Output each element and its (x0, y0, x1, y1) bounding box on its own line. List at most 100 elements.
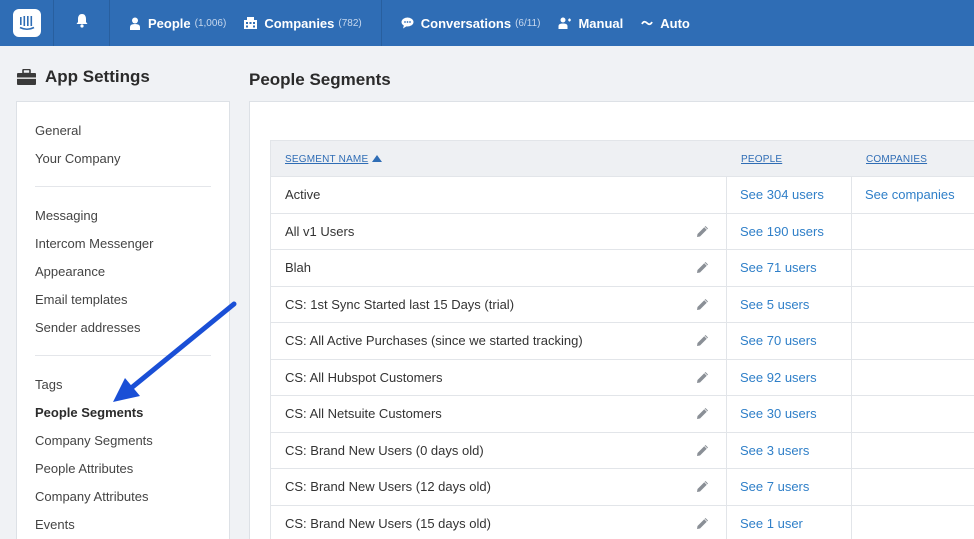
segment-name[interactable]: CS: All Active Purchases (since we start… (285, 333, 583, 348)
segments-table: SEGMENT NAME PEOPLE COMPANIES Active See … (270, 140, 974, 539)
pencil-icon[interactable] (696, 371, 709, 387)
see-users-link[interactable]: See 1 user (740, 516, 803, 531)
people-cell: See 190 users (727, 213, 852, 249)
people-cell: See 7 users (727, 469, 852, 505)
table-row: CS: Brand New Users (15 days old) See 1 u… (270, 505, 974, 539)
building-icon (244, 17, 258, 29)
segment-name[interactable]: CS: 1st Sync Started last 15 Days (trial… (285, 297, 514, 312)
sidebar-item-events[interactable]: Events (35, 517, 75, 532)
table-row: Active See 304 users See companies (270, 177, 974, 214)
see-users-link[interactable]: See 71 users (740, 260, 817, 275)
segment-name-cell[interactable]: CS: Brand New Users (12 days old) (271, 469, 727, 505)
intercom-logo-icon[interactable] (12, 9, 41, 37)
see-users-link[interactable]: See 5 users (740, 297, 809, 312)
pencil-icon[interactable] (696, 407, 709, 423)
segment-name-cell[interactable]: CS: Brand New Users (15 days old) (271, 505, 727, 539)
sort-ascending-icon[interactable] (372, 154, 383, 165)
sidebar-item-intercom-messenger[interactable]: Intercom Messenger (35, 236, 154, 251)
pencil-icon[interactable] (696, 225, 709, 241)
sidebar-item-general[interactable]: General (35, 123, 81, 138)
segment-name[interactable]: Active (285, 187, 320, 202)
app-settings-title: App Settings (17, 67, 150, 87)
settings-sidebar: General Your Company Messaging Intercom … (16, 101, 230, 539)
nav-people-label: People (148, 15, 191, 31)
segment-name[interactable]: CS: Brand New Users (15 days old) (285, 516, 491, 531)
person-icon (129, 17, 141, 30)
nav-manual[interactable]: Manual (558, 16, 623, 31)
segment-name-cell[interactable]: CS: 1st Sync Started last 15 Days (trial… (271, 286, 727, 322)
segment-name-cell[interactable]: All v1 Users (271, 213, 727, 249)
col-people-header[interactable]: PEOPLE (741, 154, 782, 165)
segments-panel: SEGMENT NAME PEOPLE COMPANIES Active See … (249, 101, 974, 539)
segment-name[interactable]: CS: All Hubspot Customers (285, 370, 443, 385)
notifications-button[interactable] (54, 0, 110, 46)
companies-cell (852, 323, 974, 359)
table-row: CS: All Netsuite Customers See 30 users (270, 396, 974, 433)
nav-conversations-label: Conversations (420, 15, 512, 31)
nav-conversations[interactable]: Conversations (6/11) (401, 15, 540, 31)
see-users-link[interactable]: See 190 users (740, 224, 824, 239)
see-users-link[interactable]: See 70 users (740, 333, 817, 348)
col-segment-name-header[interactable]: SEGMENT NAME (285, 154, 383, 165)
bell-icon[interactable] (75, 13, 89, 33)
sidebar-item-company-segments[interactable]: Company Segments (35, 433, 153, 448)
pencil-icon[interactable] (696, 517, 709, 533)
nav-companies-count: (782) (338, 17, 362, 29)
companies-cell (852, 250, 974, 286)
sidebar-item-email-templates[interactable]: Email templates (35, 292, 127, 307)
manual-message-icon (558, 17, 572, 29)
see-companies-link[interactable]: See companies (865, 187, 955, 202)
app-settings-label: App Settings (45, 67, 150, 86)
see-users-link[interactable]: See 3 users (740, 443, 809, 458)
sidebar-item-messaging[interactable]: Messaging (35, 208, 98, 223)
companies-cell (852, 433, 974, 469)
logo-cell[interactable] (0, 0, 54, 46)
pencil-icon[interactable] (696, 444, 709, 460)
sidebar-item-people-attributes[interactable]: People Attributes (35, 461, 133, 476)
table-body: Active See 304 users See companies All v1 U… (270, 177, 974, 539)
sidebar-item-company-attributes[interactable]: Company Attributes (35, 489, 148, 504)
col-companies-header[interactable]: COMPANIES (866, 154, 927, 165)
segment-name-cell[interactable]: Active (271, 177, 727, 213)
segment-name[interactable]: Blah (285, 260, 311, 275)
pencil-icon[interactable] (696, 334, 709, 350)
segment-name-cell[interactable]: CS: All Hubspot Customers (271, 359, 727, 395)
see-users-link[interactable]: See 304 users (740, 187, 824, 202)
segment-name-cell[interactable]: CS: Brand New Users (0 days old) (271, 432, 727, 468)
segment-name[interactable]: CS: All Netsuite Customers (285, 406, 442, 421)
nav-auto-label: Auto (660, 15, 690, 31)
see-users-link[interactable]: See 92 users (740, 370, 817, 385)
segment-name[interactable]: CS: Brand New Users (12 days old) (285, 479, 491, 494)
nav-companies-label: Companies (264, 15, 335, 31)
nav-people[interactable]: People (1,006) (129, 16, 226, 31)
nav-companies[interactable]: Companies (782) (244, 15, 362, 31)
sidebar-divider (35, 355, 211, 356)
segment-name-cell[interactable]: Blah (271, 250, 727, 286)
sidebar-item-appearance[interactable]: Appearance (35, 264, 105, 279)
chat-bubble-icon (401, 17, 414, 29)
sidebar-item-people-segments[interactable]: People Segments (35, 405, 143, 420)
nav-auto[interactable]: Auto (641, 16, 690, 31)
segment-name[interactable]: All v1 Users (285, 224, 354, 239)
page-title: People Segments (249, 70, 391, 89)
nav-group-messaging: Conversations (6/11) Manual Auto (382, 0, 709, 46)
pencil-icon[interactable] (696, 261, 709, 277)
people-cell: See 70 users (727, 323, 852, 359)
segment-name-cell[interactable]: CS: All Active Purchases (since we start… (271, 323, 727, 359)
sidebar-item-your-company[interactable]: Your Company (35, 151, 121, 166)
see-users-link[interactable]: See 30 users (740, 406, 817, 421)
people-cell: See 30 users (727, 396, 852, 432)
segment-name-cell[interactable]: CS: All Netsuite Customers (271, 396, 727, 432)
sidebar-item-tags[interactable]: Tags (35, 377, 62, 392)
pencil-icon[interactable] (696, 480, 709, 496)
nav-manual-label: Manual (578, 15, 624, 31)
see-users-link[interactable]: See 7 users (740, 479, 809, 494)
people-cell: See 71 users (727, 250, 852, 286)
table-row: Blah See 71 users (270, 250, 974, 287)
segment-name[interactable]: CS: Brand New Users (0 days old) (285, 443, 484, 458)
sidebar-item-sender-addresses[interactable]: Sender addresses (35, 320, 141, 335)
pencil-icon[interactable] (696, 298, 709, 314)
table-row: CS: 1st Sync Started last 15 Days (trial… (270, 286, 974, 323)
table-header: SEGMENT NAME PEOPLE COMPANIES (270, 140, 974, 177)
table-row: All v1 Users See 190 users (270, 213, 974, 250)
